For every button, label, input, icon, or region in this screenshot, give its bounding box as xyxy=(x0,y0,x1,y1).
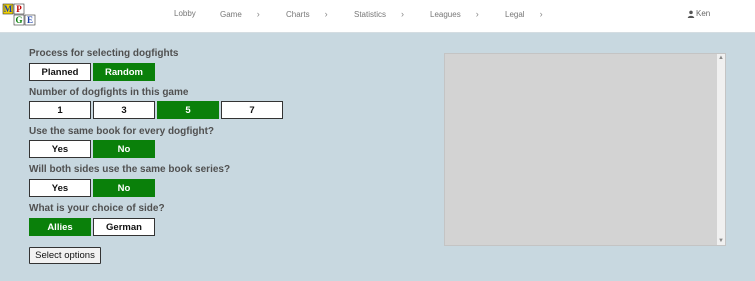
nav-charts[interactable]: Charts › xyxy=(286,9,328,19)
option-allies-button[interactable]: Allies xyxy=(29,218,91,236)
option-same-book-yes-button[interactable]: Yes xyxy=(29,140,91,158)
nav-leagues-label: Leagues xyxy=(430,9,461,19)
nav-lobby-label: Lobby xyxy=(174,9,196,18)
nav-statistics[interactable]: Statistics › xyxy=(354,9,404,19)
section-label-selection-process: Process for selecting dogfights xyxy=(29,48,179,59)
option-count-1-button[interactable]: 1 xyxy=(29,101,91,119)
option-same-book-no-button[interactable]: No xyxy=(93,140,155,158)
option-same-series-yes-button[interactable]: Yes xyxy=(29,179,91,197)
nav-leagues[interactable]: Leagues › xyxy=(430,9,479,19)
nav-game-label: Game xyxy=(220,9,242,19)
chevron-right-icon: › xyxy=(475,9,479,19)
panel-scrollbar[interactable]: ▲ ▼ xyxy=(717,54,725,245)
select-options-button[interactable]: Select options xyxy=(29,247,101,264)
nav-charts-label: Charts xyxy=(286,9,310,19)
option-planned-button[interactable]: Planned xyxy=(29,63,91,81)
preview-panel: ▲ ▼ xyxy=(444,53,726,246)
nav-legal-label: Legal xyxy=(505,9,525,19)
svg-text:M: M xyxy=(4,4,13,14)
option-count-3-button[interactable]: 3 xyxy=(93,101,155,119)
nav-statistics-label: Statistics xyxy=(354,9,387,19)
scroll-down-icon[interactable]: ▼ xyxy=(718,238,724,244)
user-name: Ken xyxy=(696,9,711,18)
option-random-button[interactable]: Random xyxy=(93,63,155,81)
chevron-right-icon: › xyxy=(256,9,260,19)
nav-game[interactable]: Game › xyxy=(220,9,260,19)
user-menu[interactable]: Ken xyxy=(687,9,710,18)
user-icon xyxy=(687,10,695,18)
mpge-logo[interactable]: M P G E xyxy=(0,2,42,32)
svg-text:E: E xyxy=(27,15,33,25)
svg-text:G: G xyxy=(15,15,22,25)
option-count-5-button[interactable]: 5 xyxy=(157,101,219,119)
chevron-right-icon: › xyxy=(324,9,328,19)
nav-legal[interactable]: Legal › xyxy=(505,9,543,19)
section-label-same-series: Will both sides use the same book series… xyxy=(29,164,231,175)
scroll-up-icon[interactable]: ▲ xyxy=(718,55,724,61)
section-label-dogfight-count: Number of dogfights in this game xyxy=(29,87,189,98)
top-navbar: M P G E Lobby Game › Charts › Statistics… xyxy=(0,0,755,33)
chevron-right-icon: › xyxy=(539,9,543,19)
section-label-side-choice: What is your choice of side? xyxy=(29,203,165,214)
option-german-button[interactable]: German xyxy=(93,218,155,236)
chevron-right-icon: › xyxy=(401,9,405,19)
nav-lobby[interactable]: Lobby xyxy=(174,9,196,18)
section-label-same-book: Use the same book for every dogfight? xyxy=(29,126,215,137)
option-same-series-no-button[interactable]: No xyxy=(93,179,155,197)
svg-text:P: P xyxy=(16,4,22,14)
option-count-7-button[interactable]: 7 xyxy=(221,101,283,119)
